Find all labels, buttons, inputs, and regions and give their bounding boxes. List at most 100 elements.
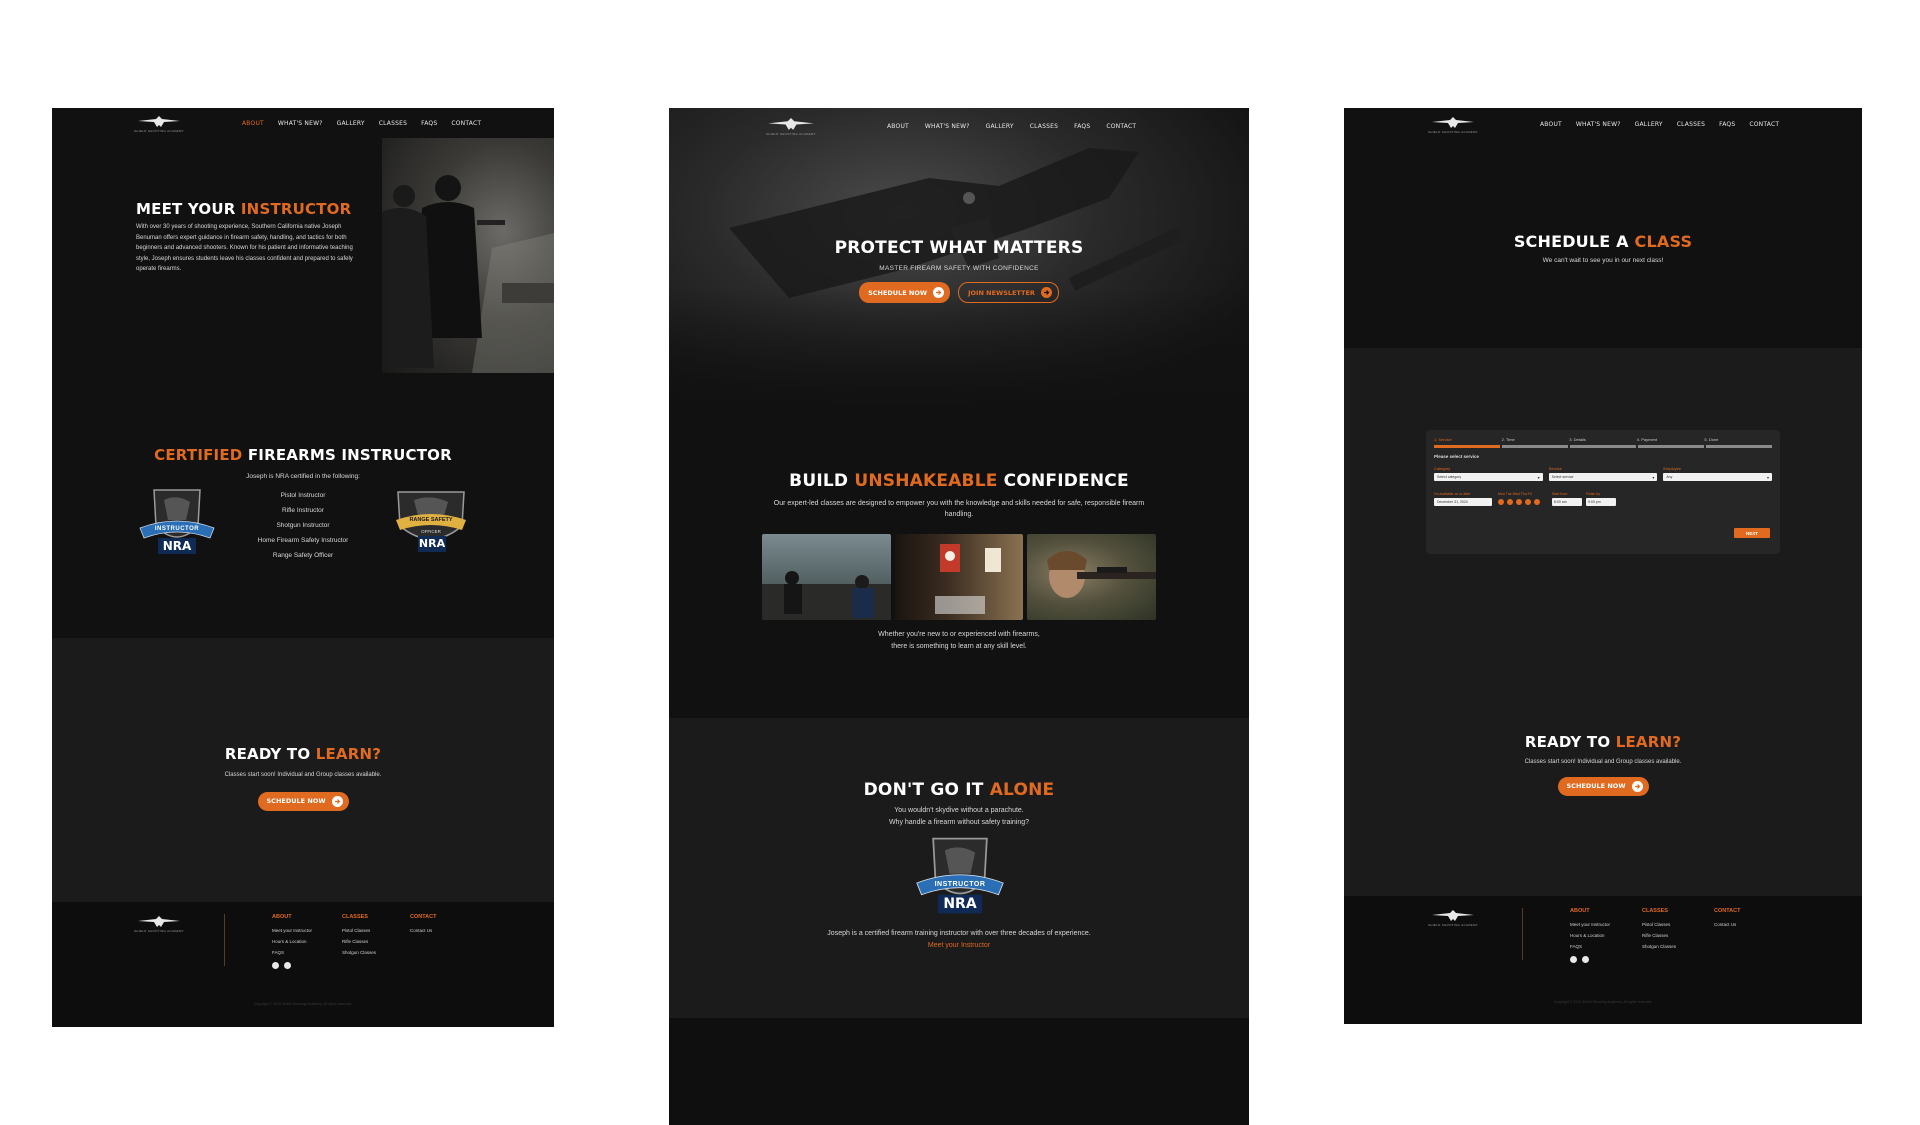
nav-classes[interactable]: CLASSES: [1030, 123, 1058, 130]
ready-button-wrap: SCHEDULE NOW: [1344, 775, 1862, 796]
next-button[interactable]: NEXT: [1734, 528, 1770, 538]
footer-link[interactable]: FAQS: [272, 947, 312, 958]
service-select[interactable]: Select service ▾: [1548, 473, 1658, 481]
schedule-title-accent: CLASS: [1634, 232, 1693, 251]
alone-body-1: You wouldn't skydive without a parachute…: [894, 807, 1024, 814]
badge-bottom-text: NRA: [943, 896, 977, 912]
day-checkbox[interactable]: [1498, 499, 1504, 505]
day-checkbox[interactable]: [1534, 499, 1540, 505]
site-logo[interactable]: SHIELD SHOOTING ACADEMY: [765, 118, 817, 136]
nav-whats-new[interactable]: WHAT'S NEW?: [278, 120, 323, 127]
footer-link[interactable]: Hours & Location: [1570, 930, 1610, 941]
footer-logo[interactable]: SHIELD SHOOTING ACADEMY: [1428, 910, 1478, 927]
footer-link[interactable]: Meet your Instructor: [272, 925, 312, 936]
footer-link[interactable]: Rifle Classes: [342, 936, 376, 947]
copyright: Copyright © 2024 Shield Shooting Academy…: [1553, 1000, 1653, 1004]
footer-link[interactable]: Contact Us: [410, 925, 436, 936]
mockup-canvas: SHIELD SHOOTING ACADEMY ABOUT WHAT'S NEW…: [0, 0, 1920, 1125]
join-newsletter-button[interactable]: JOIN NEWSLETTER: [958, 282, 1059, 303]
schedule-now-label: SCHEDULE NOW: [1566, 782, 1626, 790]
build-title-prefix: BUILD: [789, 471, 855, 491]
eagle-logo-icon: [138, 116, 181, 127]
footer-link[interactable]: Meet your Instructor: [1570, 919, 1610, 930]
schedule-now-button[interactable]: SCHEDULE NOW: [859, 282, 951, 303]
nav-gallery[interactable]: GALLERY: [1635, 121, 1663, 128]
rifle-aim-icon: [1047, 551, 1157, 598]
schedule-page-mockup: SHIELD SHOOTING ACADEMY ABOUT WHAT'S NEW…: [1344, 108, 1862, 1024]
date-value: December 31, 2024: [1437, 500, 1468, 504]
step-payment[interactable]: 4. Payment: [1637, 437, 1705, 442]
schedule-now-button[interactable]: SCHEDULE NOW: [1557, 776, 1649, 796]
nav-contact[interactable]: CONTACT: [1749, 121, 1779, 128]
arrow-right-icon: [1631, 780, 1643, 792]
nav-about[interactable]: ABOUT: [1540, 121, 1562, 128]
nav-faqs[interactable]: FAQS: [421, 120, 437, 127]
badge-right-mid-text: OFFICER: [421, 529, 441, 534]
footer-logo[interactable]: SHIELD SHOOTING ACADEMY: [134, 916, 184, 933]
step-time[interactable]: 2. Time: [1502, 437, 1570, 442]
category-value: Select category: [1437, 475, 1462, 479]
footer-link[interactable]: Pistol Classes: [342, 925, 376, 936]
nav-whats-new[interactable]: WHAT'S NEW?: [1576, 121, 1621, 128]
site-logo[interactable]: SHIELD SHOOTING ACADEMY: [134, 116, 184, 133]
eagle-logo-icon: [1432, 910, 1475, 921]
start-select[interactable]: 8:00 am: [1552, 498, 1582, 506]
date-input[interactable]: December 31, 2024: [1434, 498, 1492, 506]
nra-instructor-badge: INSTRUCTOR NRA: [136, 486, 218, 558]
service-label: Service: [1548, 466, 1563, 471]
employee-select[interactable]: Any ▾: [1663, 473, 1773, 481]
hero-fade-overlay: [669, 288, 1249, 408]
step-bar: [1502, 445, 1568, 448]
day-checkboxes: [1498, 499, 1540, 505]
hero-photo-instructor: [382, 138, 554, 373]
day-checkbox[interactable]: [1525, 499, 1531, 505]
category-select[interactable]: Select category ▾: [1434, 473, 1543, 481]
step-progress-bars: [1434, 445, 1772, 448]
date-label: I'm available on or after: [1434, 492, 1471, 496]
nav-faqs[interactable]: FAQS: [1074, 123, 1090, 130]
gallery-photo-rifle-woman: [1027, 534, 1157, 620]
site-logo[interactable]: SHIELD SHOOTING ACADEMY: [1428, 117, 1478, 134]
nav-faqs[interactable]: FAQS: [1719, 121, 1735, 128]
footer-link[interactable]: FAQS: [1570, 941, 1610, 952]
days-label: Mon Tue Wed Thu Fri: [1498, 492, 1532, 496]
nav-classes[interactable]: CLASSES: [1677, 121, 1705, 128]
instagram-icon[interactable]: [284, 962, 291, 969]
instagram-icon[interactable]: [1582, 956, 1589, 963]
service-group: Service Select service ▾: [1548, 466, 1658, 481]
finish-select[interactable]: 9:00 pm: [1586, 498, 1616, 506]
social-links: [272, 962, 312, 969]
step-details[interactable]: 3. Details: [1569, 437, 1637, 442]
footer-link[interactable]: Shotgun Classes: [1642, 941, 1676, 952]
day-checkbox[interactable]: [1507, 499, 1513, 505]
nav-contact[interactable]: CONTACT: [1106, 123, 1136, 130]
alone-section: DON'T GO IT ALONE You wouldn't skydive w…: [669, 718, 1249, 1018]
nav-whats-new[interactable]: WHAT'S NEW?: [925, 123, 970, 130]
nav-gallery[interactable]: GALLERY: [337, 120, 365, 127]
badge-top-text: INSTRUCTOR: [934, 881, 986, 888]
footer-link[interactable]: Rifle Classes: [1642, 930, 1676, 941]
nav-about[interactable]: ABOUT: [242, 120, 264, 127]
schedule-now-button[interactable]: SCHEDULE NOW: [257, 791, 349, 811]
nav-contact[interactable]: CONTACT: [451, 120, 481, 127]
meet-instructor-link[interactable]: Meet your Instructor: [669, 941, 1249, 951]
photo-gallery: [762, 534, 1157, 620]
step-service[interactable]: 1. Service: [1434, 437, 1502, 442]
top-nav: SHIELD SHOOTING ACADEMY ABOUT WHAT'S NEW…: [52, 108, 554, 142]
eagle-logo-icon: [768, 118, 814, 130]
facebook-icon[interactable]: [1570, 956, 1577, 963]
days-group: Mon Tue Wed Thu Fri: [1498, 492, 1540, 505]
footer-link[interactable]: Hours & Location: [272, 936, 312, 947]
day-checkbox[interactable]: [1516, 499, 1522, 505]
date-row: I'm available on or after December 31, 2…: [1434, 492, 1772, 512]
facebook-icon[interactable]: [272, 962, 279, 969]
footer-link[interactable]: Shotgun Classes: [342, 947, 376, 958]
footer-link[interactable]: Contact Us: [1714, 919, 1740, 930]
step-done[interactable]: 5. Done: [1704, 437, 1772, 442]
cert-item: Rifle Instructor: [282, 507, 324, 514]
nav-classes[interactable]: CLASSES: [379, 120, 407, 127]
cert-item: Shotgun Instructor: [276, 522, 330, 529]
nav-gallery[interactable]: GALLERY: [986, 123, 1014, 130]
footer-link[interactable]: Pistol Classes: [1642, 919, 1676, 930]
nav-about[interactable]: ABOUT: [887, 123, 909, 130]
